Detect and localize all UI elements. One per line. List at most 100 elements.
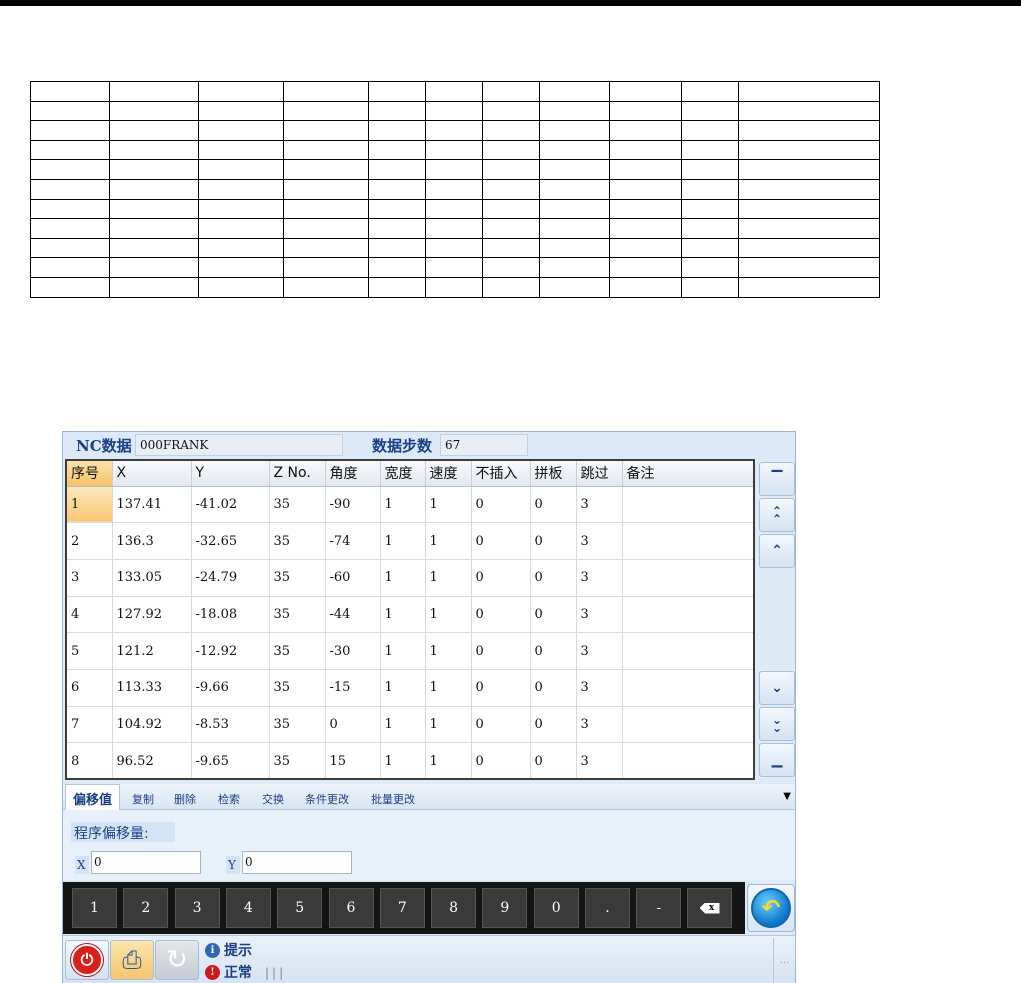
table-row[interactable]: 7 104.92 -8.53 35 0 1 1 0 0 3 bbox=[67, 706, 753, 744]
table-cell[interactable]: 1 bbox=[380, 596, 426, 634]
table-cell[interactable]: 1 bbox=[380, 706, 426, 744]
table-cell[interactable] bbox=[622, 706, 753, 744]
table-cell[interactable]: 0 bbox=[471, 669, 531, 707]
table-cell[interactable]: -9.66 bbox=[191, 669, 270, 707]
key-8[interactable]: 8 bbox=[431, 888, 477, 928]
table-cell[interactable]: 0 bbox=[530, 669, 577, 707]
table-cell[interactable] bbox=[622, 559, 753, 597]
table-cell[interactable]: 1 bbox=[425, 706, 472, 744]
table-cell[interactable]: -15 bbox=[325, 669, 381, 707]
page-down-button[interactable]: ⌄ ⌄ bbox=[759, 707, 795, 741]
table-cell[interactable]: 0 bbox=[530, 632, 577, 670]
table-cell[interactable]: 3 bbox=[67, 559, 113, 597]
table-cell[interactable]: 35 bbox=[269, 486, 326, 524]
table-cell[interactable]: 1 bbox=[380, 742, 426, 778]
key-6[interactable]: 6 bbox=[328, 888, 374, 928]
table-cell[interactable]: 96.52 bbox=[112, 742, 192, 778]
key-0[interactable]: 0 bbox=[533, 888, 579, 928]
table-cell[interactable]: 35 bbox=[269, 706, 326, 744]
tab-search[interactable]: 检索 bbox=[218, 784, 240, 810]
column-header[interactable]: 宽度 bbox=[380, 461, 426, 487]
key-9[interactable]: 9 bbox=[482, 888, 528, 928]
table-cell[interactable]: 0 bbox=[471, 559, 531, 597]
table-cell[interactable]: 35 bbox=[269, 596, 326, 634]
table-cell[interactable]: -8.53 bbox=[191, 706, 270, 744]
table-row[interactable]: 5 121.2 -12.92 35 -30 1 1 0 0 3 bbox=[67, 632, 753, 670]
power-button[interactable]: ⏻ bbox=[65, 940, 109, 980]
table-cell[interactable]: 0 bbox=[471, 632, 531, 670]
table-cell[interactable]: -30 bbox=[325, 632, 381, 670]
table-cell[interactable]: -24.79 bbox=[191, 559, 270, 597]
key-3[interactable]: 3 bbox=[174, 888, 220, 928]
tab-swap[interactable]: 交换 bbox=[262, 784, 284, 810]
table-cell[interactable]: 1 bbox=[380, 632, 426, 670]
column-header[interactable]: 速度 bbox=[425, 461, 472, 487]
table-cell[interactable]: 3 bbox=[576, 742, 623, 778]
return-button[interactable]: ↶ bbox=[747, 884, 795, 932]
scroll-up-button[interactable]: ⌃ bbox=[759, 534, 795, 568]
table-cell[interactable]: 35 bbox=[269, 559, 326, 597]
backspace-key[interactable]: x bbox=[687, 888, 732, 928]
table-cell[interactable]: 4 bbox=[67, 596, 113, 634]
key-5[interactable]: 5 bbox=[277, 888, 323, 928]
table-cell[interactable]: 3 bbox=[576, 632, 623, 670]
table-row[interactable]: 1 137.41 -41.02 35 -90 1 1 0 0 3 bbox=[67, 486, 753, 524]
table-cell[interactable]: 3 bbox=[576, 596, 623, 634]
column-header[interactable]: Y bbox=[191, 461, 270, 487]
table-cell[interactable]: -9.65 bbox=[191, 742, 270, 778]
tab-offset[interactable]: 偏移值 bbox=[65, 784, 121, 811]
table-cell[interactable]: -60 bbox=[325, 559, 381, 597]
table-cell[interactable]: -74 bbox=[325, 522, 381, 560]
key-4[interactable]: 4 bbox=[225, 888, 271, 928]
table-cell[interactable] bbox=[622, 632, 753, 670]
table-cell[interactable]: 1 bbox=[67, 486, 113, 524]
program-name-field[interactable]: 000FRANK bbox=[135, 434, 343, 456]
table-cell[interactable]: 0 bbox=[530, 559, 577, 597]
table-cell[interactable] bbox=[622, 596, 753, 634]
column-header[interactable]: Z No. bbox=[269, 461, 326, 487]
table-cell[interactable]: 2 bbox=[67, 522, 113, 560]
table-cell[interactable]: 0 bbox=[530, 706, 577, 744]
key-1[interactable]: 1 bbox=[72, 888, 117, 928]
table-cell[interactable]: -44 bbox=[325, 596, 381, 634]
table-cell[interactable]: 5 bbox=[67, 632, 113, 670]
tab-delete[interactable]: 删除 bbox=[174, 784, 196, 810]
table-cell[interactable]: 0 bbox=[530, 486, 577, 524]
table-cell[interactable]: 1 bbox=[380, 522, 426, 560]
table-row[interactable]: 3 133.05 -24.79 35 -60 1 1 0 0 3 bbox=[67, 559, 753, 597]
table-cell[interactable] bbox=[622, 522, 753, 560]
column-header[interactable]: 序号 bbox=[67, 461, 113, 487]
table-cell[interactable]: 3 bbox=[576, 669, 623, 707]
table-cell[interactable]: 104.92 bbox=[112, 706, 192, 744]
column-header[interactable]: 不插入 bbox=[471, 461, 531, 487]
table-cell[interactable]: 0 bbox=[530, 742, 577, 778]
table-cell[interactable]: -32.65 bbox=[191, 522, 270, 560]
table-row[interactable]: 2 136.3 -32.65 35 -74 1 1 0 0 3 bbox=[67, 522, 753, 560]
table-cell[interactable]: 1 bbox=[425, 486, 472, 524]
table-cell[interactable]: 127.92 bbox=[112, 596, 192, 634]
table-cell[interactable]: 35 bbox=[269, 669, 326, 707]
table-cell[interactable]: 0 bbox=[471, 742, 531, 778]
table-cell[interactable]: 1 bbox=[380, 486, 426, 524]
table-cell[interactable]: 133.05 bbox=[112, 559, 192, 597]
table-cell[interactable]: 7 bbox=[67, 706, 113, 744]
column-header[interactable]: X bbox=[112, 461, 192, 487]
table-cell[interactable]: 8 bbox=[67, 742, 113, 778]
y-offset-input[interactable]: 0 bbox=[242, 851, 352, 874]
refresh-button[interactable]: ↻ bbox=[155, 940, 199, 980]
column-header[interactable]: 跳过 bbox=[576, 461, 623, 487]
page-up-button[interactable]: ⌃ ⌃ bbox=[759, 498, 795, 532]
table-cell[interactable]: 137.41 bbox=[112, 486, 192, 524]
table-cell[interactable]: 1 bbox=[425, 632, 472, 670]
table-cell[interactable]: 35 bbox=[269, 742, 326, 778]
table-cell[interactable]: 1 bbox=[425, 522, 472, 560]
table-cell[interactable]: 3 bbox=[576, 486, 623, 524]
table-cell[interactable]: 0 bbox=[530, 596, 577, 634]
key-2[interactable]: 2 bbox=[123, 888, 169, 928]
table-row[interactable]: 6 113.33 -9.66 35 -15 1 1 0 0 3 bbox=[67, 669, 753, 707]
scroll-down-button[interactable]: ⌄ bbox=[759, 671, 795, 705]
table-cell[interactable]: 0 bbox=[471, 486, 531, 524]
print-button[interactable]: ⎙ bbox=[110, 940, 154, 980]
x-offset-input[interactable]: 0 bbox=[91, 851, 201, 874]
column-header[interactable]: 角度 bbox=[325, 461, 381, 487]
